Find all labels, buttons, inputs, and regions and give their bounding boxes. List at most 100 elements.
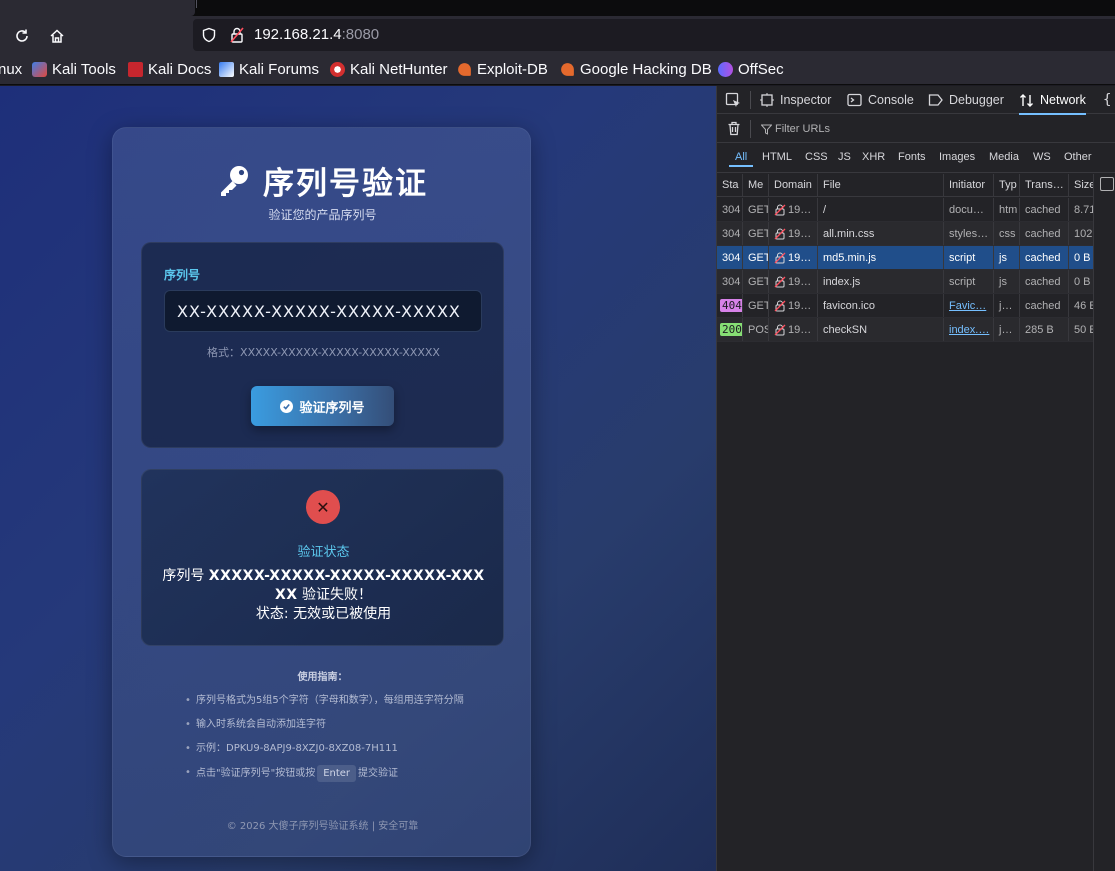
tab-inspector[interactable]: Inspector xyxy=(760,86,831,114)
cell-initiator: index.… xyxy=(944,318,994,341)
type-filter-ws[interactable]: WS xyxy=(1033,151,1051,163)
bookmark-google-hacking-db[interactable]: Google Hacking DB xyxy=(560,61,712,78)
file-text: checkSN xyxy=(823,323,868,336)
transferred-text: cached xyxy=(1025,251,1061,264)
request-table-header: Sta Me Domain File Initiator Typ Trans… … xyxy=(717,174,1093,197)
bookmark-offsec[interactable]: OffSec xyxy=(718,61,784,78)
type-filter-fonts[interactable]: Fonts xyxy=(898,151,926,163)
type-filter-all[interactable]: All xyxy=(728,151,754,167)
serial-input[interactable] xyxy=(164,290,482,332)
cell-type: j… xyxy=(994,294,1020,317)
insecure-lock-icon[interactable] xyxy=(229,26,245,44)
tab-console[interactable]: Console xyxy=(847,86,914,114)
kali-tools-icon xyxy=(32,62,47,77)
cell-transferred: 285 B xyxy=(1020,318,1069,341)
column-type[interactable]: Typ xyxy=(994,174,1020,196)
type-filter-js[interactable]: JS xyxy=(838,151,851,163)
request-row[interactable]: 200 POS 19… checkSN index.… j… 285 B 50 E xyxy=(717,318,1093,342)
type-filter-html[interactable]: HTML xyxy=(762,151,792,163)
request-row[interactable]: 304 GET 19… index.js script js cached 0 B xyxy=(717,270,1093,294)
type-text: js xyxy=(999,275,1007,288)
guide-item-text: 点击"验证序列号"按钮或按 xyxy=(196,768,316,779)
url-host: 192.168.21.4 xyxy=(254,26,342,43)
request-row[interactable]: 304 GET 19… all.min.css styles… css cached 102 xyxy=(717,222,1093,246)
bookmark-kali-docs[interactable]: Kali Docs xyxy=(128,61,211,78)
method-text: GET xyxy=(748,203,769,216)
domain-text: 19… xyxy=(788,251,812,264)
method-text: POS xyxy=(748,323,769,336)
type-text: htm xyxy=(999,203,1018,216)
filter-urls-input[interactable]: Filter URLs xyxy=(775,123,830,135)
transferred-text: cached xyxy=(1025,227,1061,240)
column-domain[interactable]: Domain xyxy=(769,174,818,196)
tab-debugger[interactable]: Debugger xyxy=(928,86,1004,114)
trash-icon[interactable] xyxy=(727,121,741,136)
request-row[interactable]: 304 GET 19… / docu… htm cached 8.71 xyxy=(717,198,1093,222)
transferred-text: cached xyxy=(1025,203,1061,216)
url-text[interactable]: 192.168.21.4:8080 xyxy=(254,26,379,43)
filter-divider xyxy=(750,120,751,138)
cell-size: 0 B xyxy=(1069,270,1093,293)
status-text: 304 xyxy=(722,203,741,216)
cell-type: js xyxy=(994,270,1020,293)
column-file[interactable]: File xyxy=(818,174,944,196)
initiator-text: script xyxy=(949,251,976,264)
bookmark-exploit-db[interactable]: Exploit-DB xyxy=(457,61,548,78)
active-tab[interactable] xyxy=(0,0,195,16)
bookmark-kali-tools[interactable]: Kali Tools xyxy=(32,61,116,78)
guide-item: 序列号格式为5组5个字符（字母和数字），每组用连字符分隔 xyxy=(185,693,475,708)
request-row[interactable]: 404 GET 19… favicon.ico Favic… j… cached 46 E xyxy=(717,294,1093,318)
column-transferred[interactable]: Trans… xyxy=(1020,174,1069,196)
check-circle-icon xyxy=(280,399,294,413)
size-text: 8.71 xyxy=(1074,203,1093,216)
type-filter-xhr[interactable]: XHR xyxy=(862,151,885,163)
cell-transferred: cached xyxy=(1020,246,1069,269)
type-filter-images[interactable]: Images xyxy=(939,151,975,163)
type-filter-other[interactable]: Other xyxy=(1064,151,1092,163)
cell-method: GET xyxy=(743,198,769,221)
domain-text: 19… xyxy=(788,299,812,312)
guide-title: 使用指南： xyxy=(297,672,348,683)
domain-text: 19… xyxy=(788,323,812,336)
bookmark-kali-forums[interactable]: Kali Forums xyxy=(219,61,319,78)
file-text: favicon.ico xyxy=(823,299,875,312)
cell-initiator: docu… xyxy=(944,198,994,221)
type-filter-media[interactable]: Media xyxy=(989,151,1019,163)
initiator-text[interactable]: index.… xyxy=(949,324,989,336)
cell-initiator: script xyxy=(944,246,994,269)
cell-initiator: script xyxy=(944,270,994,293)
request-row[interactable]: 304 GET 19… md5.min.js script js cached 0 B xyxy=(717,246,1093,270)
column-size[interactable]: Size xyxy=(1069,174,1093,196)
column-method[interactable]: Me xyxy=(743,174,769,196)
verify-button-label: 验证序列号 xyxy=(299,400,365,416)
status-badge: 200 xyxy=(720,323,742,336)
domain-text: 19… xyxy=(788,275,812,288)
file-text: / xyxy=(823,203,827,216)
bookmark-kali-nethunter[interactable]: Kali NetHunter xyxy=(330,61,448,78)
initiator-text[interactable]: Favic… xyxy=(949,300,986,312)
cell-transferred: cached xyxy=(1020,222,1069,245)
status-panel: ✕ 验证状态 序列号 XXXXX-XXXXX-XXXXX-XXXXX-XXXXX… xyxy=(141,469,504,646)
element-picker-icon[interactable] xyxy=(725,92,742,109)
tab-overflow[interactable]: { xyxy=(1103,86,1111,114)
sidebar-toggle-icon[interactable] xyxy=(1100,177,1114,191)
type-filter-css[interactable]: CSS xyxy=(805,151,828,163)
verify-button[interactable]: 验证序列号 xyxy=(251,386,394,426)
home-button[interactable] xyxy=(43,22,71,50)
bookmark-label: OffSec xyxy=(738,61,784,78)
bookmark-label: Kali Tools xyxy=(52,61,116,78)
shield-icon[interactable] xyxy=(201,27,217,43)
bookmark-linux[interactable]: nux xyxy=(0,61,22,78)
status-title: 验证状态 xyxy=(297,545,350,560)
column-status[interactable]: Sta xyxy=(717,174,743,196)
url-bar[interactable]: 192.168.21.4:8080 xyxy=(193,19,1115,51)
cell-type: js xyxy=(994,246,1020,269)
tab-network[interactable]: Network xyxy=(1019,86,1086,115)
column-initiator[interactable]: Initiator xyxy=(944,174,994,196)
toolbar-divider xyxy=(750,91,751,109)
status-badge: 404 xyxy=(720,299,742,312)
home-icon xyxy=(50,29,64,43)
cell-type: j… xyxy=(994,318,1020,341)
domain-text: 19… xyxy=(788,227,812,240)
reload-button[interactable] xyxy=(8,22,36,50)
